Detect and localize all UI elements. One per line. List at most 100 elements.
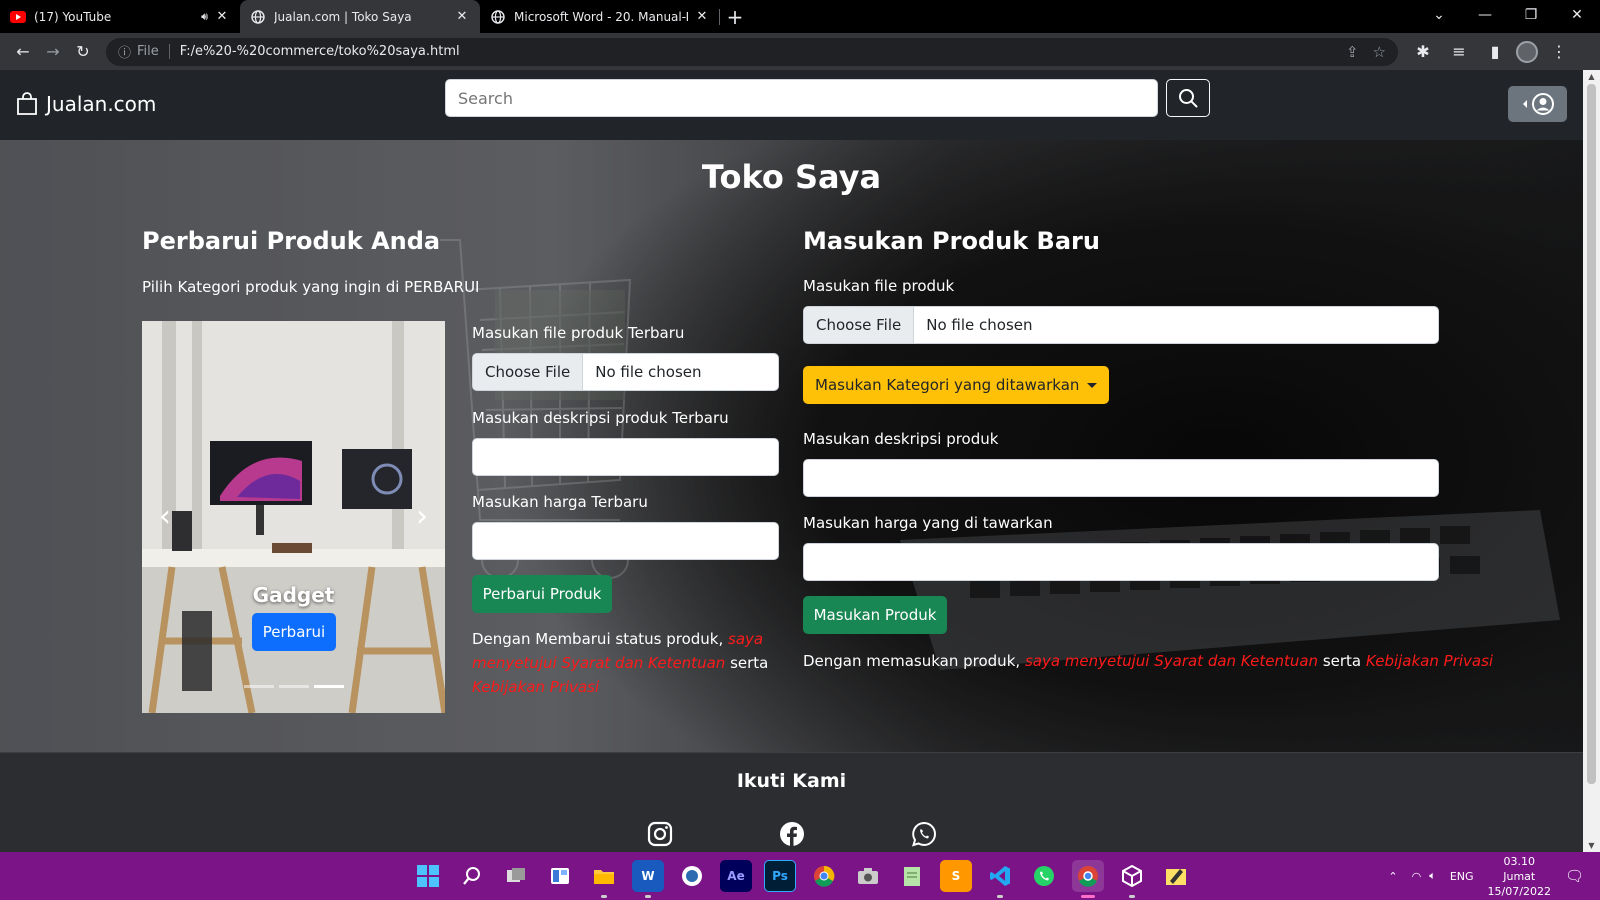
clock-time: 03.10 [1503,854,1536,868]
back-icon[interactable]: ← [8,37,38,67]
extensions-puzzle-icon[interactable]: ✱ [1408,37,1438,67]
page-scrollbar[interactable]: ▲ ▼ [1583,70,1600,852]
forward-icon[interactable]: → [38,37,68,67]
terms-prefix: Dengan memasukan produk, [803,652,1021,670]
carousel-indicator[interactable] [279,685,309,688]
user-circle-icon [1531,93,1554,115]
profile-avatar[interactable] [1516,40,1538,63]
browser-toolbar: ← → ↻ ⓘ File F:/e%20-%20commerce/toko%20… [0,33,1600,70]
reading-list-icon[interactable]: ≡ [1444,37,1474,67]
page-title: Toko Saya [701,158,882,196]
category-dropdown-button[interactable]: Masukan Kategori yang ditawarkan [803,366,1110,404]
wifi-icon[interactable]: ◠ [1412,870,1422,883]
minimize-icon[interactable]: — [1462,0,1508,30]
system-tray: ⌃ ◠ 🔈︎ ENG 03.10 Jumat 15/07/2022 🗨︎ [1388,852,1600,900]
whatsapp-app-icon[interactable] [1028,860,1060,892]
after-effects-icon[interactable]: Ae [720,860,752,892]
search-input[interactable] [445,79,1158,117]
choose-file-button[interactable]: Choose File [473,354,584,390]
privacy-link[interactable]: Kebijakan Privasi [1366,652,1493,670]
share-icon[interactable]: ⇪ [1346,43,1359,61]
update-file-input[interactable]: Choose File No file chosen [472,353,779,391]
chrome-menu-icon[interactable]: ⋮ [1544,37,1574,67]
search-icon[interactable] [456,860,488,892]
account-dropdown-button[interactable] [1508,86,1567,122]
side-panel-icon[interactable]: ▮ [1480,37,1510,67]
globe-icon [250,9,266,25]
url-text[interactable]: F:/e%20-%20commerce/toko%20saya.html [180,44,1332,59]
close-tab-icon[interactable]: ✕ [694,9,710,24]
address-bar[interactable]: ⓘ File F:/e%20-%20commerce/toko%20saya.h… [106,37,1398,66]
word-icon[interactable]: W [632,860,664,898]
terms-link[interactable]: saya menyetujui Syarat dan Ketentuan [1025,652,1318,670]
site-info-icon[interactable]: ⓘ [118,42,131,61]
new-file-label: Masukan file produk [803,277,955,295]
perbarui-category-button[interactable]: Perbarui [252,613,336,651]
new-price-input[interactable] [803,543,1439,581]
tab-title: Jualan.com | Toko Saya [274,9,412,24]
tab-youtube[interactable]: (17) YouTube 🔊︎ ✕ [0,0,240,33]
camera-icon[interactable] [852,860,884,892]
paint-icon[interactable] [1160,860,1192,892]
tab-toko-saya[interactable]: Jualan.com | Toko Saya ✕ [240,0,480,33]
virtualbox-icon[interactable] [1116,860,1148,898]
update-desc-input[interactable] [472,438,779,476]
window-controls: ⌄ — ❐ ✕ [1416,0,1600,30]
clock[interactable]: 03.10 Jumat 15/07/2022 [1488,854,1551,899]
windows-start-icon[interactable] [412,860,444,892]
language-indicator[interactable]: ENG [1450,870,1474,883]
close-tab-icon[interactable]: ✕ [454,9,470,24]
clock-date: 15/07/2022 [1487,884,1551,898]
tab-word-manual[interactable]: Microsoft Word - 20. Manual-Book ✕ [480,0,720,33]
notepad-icon[interactable] [896,860,928,892]
app-icon[interactable] [676,860,708,892]
widgets-icon[interactable] [544,860,576,892]
masukan-produk-button[interactable]: Masukan Produk [803,596,947,634]
choose-file-button[interactable]: Choose File [804,307,915,343]
reload-icon[interactable]: ↻ [68,37,98,67]
scrollbar-thumb[interactable] [1587,84,1596,784]
shopping-bag-icon [17,92,37,115]
new-section-heading: Masukan Produk Baru [803,227,1100,255]
volume-icon[interactable]: 🔈︎ [1429,869,1436,883]
carousel-indicator-active[interactable] [314,685,344,688]
chrome-active-icon[interactable] [1072,860,1104,898]
new-desc-input[interactable] [803,459,1439,497]
audio-playing-icon[interactable]: 🔊︎ [201,10,208,24]
close-tab-icon[interactable]: ✕ [214,9,230,24]
bookmark-star-icon[interactable]: ☆ [1373,43,1386,61]
brand-link[interactable]: Jualan.com [16,92,156,116]
chrome-icon[interactable] [808,860,840,892]
carousel-indicator[interactable] [244,685,274,688]
scroll-up-icon[interactable]: ▲ [1583,72,1600,81]
search-form [445,79,1210,117]
new-tab-button[interactable]: + [720,0,750,33]
perbarui-produk-button[interactable]: Perbarui Produk [472,575,612,613]
sublime-text-icon[interactable]: S [940,860,972,892]
carousel-next-icon[interactable]: › [407,499,437,534]
vscode-icon[interactable] [984,860,1016,898]
youtube-icon [10,9,26,25]
notification-icon[interactable]: 🗨︎ [1565,867,1584,885]
chevron-up-icon[interactable]: ⌃ [1388,870,1397,883]
carousel-prev-icon[interactable]: ‹ [150,499,180,534]
task-view-icon[interactable] [500,860,532,892]
search-button[interactable] [1166,79,1210,117]
restore-icon[interactable]: ❐ [1508,0,1554,30]
instagram-icon[interactable] [647,821,673,847]
facebook-icon[interactable] [779,821,805,847]
update-section-subtitle: Pilih Kategori produk yang ingin di PERB… [142,278,480,296]
update-desc-label: Masukan deskripsi produk Terbaru [472,409,729,427]
caret-down-icon [1087,382,1098,388]
scroll-down-icon[interactable]: ▼ [1583,841,1600,850]
clock-day: Jumat [1503,869,1536,883]
file-explorer-icon[interactable] [588,860,620,898]
privacy-link[interactable]: Kebijakan Privasi [472,678,599,696]
new-price-label: Masukan harga yang di tawarkan [803,514,1053,532]
photoshop-icon[interactable]: Ps [764,860,796,892]
new-file-input[interactable]: Choose File No file chosen [803,306,1439,344]
whatsapp-icon[interactable] [911,821,937,847]
update-price-input[interactable] [472,522,779,560]
close-window-icon[interactable]: ✕ [1554,0,1600,30]
tab-search-icon[interactable]: ⌄ [1416,0,1462,30]
